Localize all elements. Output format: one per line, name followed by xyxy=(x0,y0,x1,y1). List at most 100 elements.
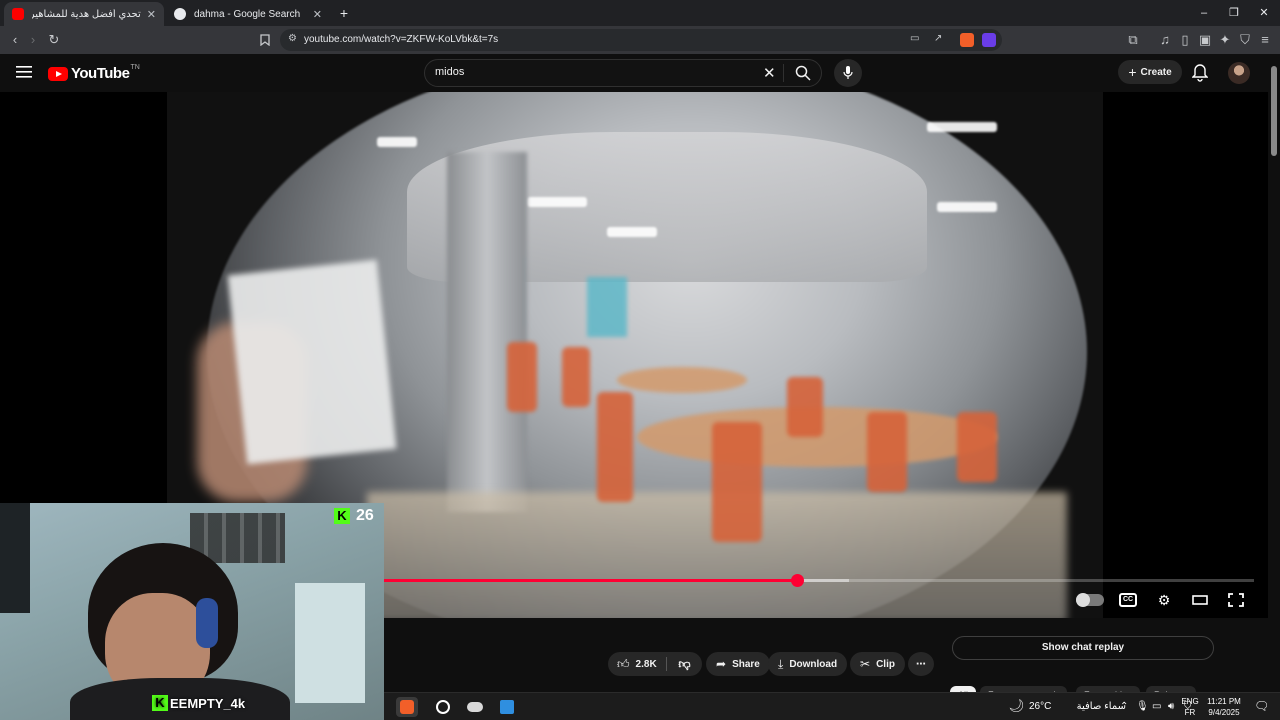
forward-icon[interactable]: › xyxy=(24,31,42,49)
menu-icon[interactable]: ≡ xyxy=(1256,31,1274,49)
scene-lamp xyxy=(377,137,417,147)
scene-pillar xyxy=(447,152,527,512)
kick-logo-icon: K xyxy=(334,508,350,524)
scene-chair xyxy=(787,377,823,437)
youtube-masthead: YouTube TN ✕ + Create xyxy=(0,54,1280,92)
tray-chevron-up-icon[interactable]: ⌃ xyxy=(1120,701,1128,712)
address-bar[interactable]: ⚙ youtube.com/watch?v=ZKFW-KoLVbk&t=7s ▭… xyxy=(280,29,1002,51)
scene-window xyxy=(587,277,627,337)
tab-google-search[interactable]: dahma - Google Search ✕ xyxy=(166,2,330,26)
bookmark-icon[interactable] xyxy=(256,31,274,49)
share-arrow-icon: ➦ xyxy=(716,657,727,671)
google-favicon-icon xyxy=(174,8,186,20)
taskbar-brave-icon[interactable] xyxy=(396,697,418,717)
tray-network-icon[interactable]: ▭ xyxy=(1152,701,1161,712)
subtitles-cc-icon[interactable]: CC xyxy=(1119,593,1137,607)
share-label: Share xyxy=(732,658,760,670)
hamburger-menu-icon[interactable] xyxy=(16,66,32,78)
download-button[interactable]: ⤓ Download xyxy=(768,652,848,676)
share-button[interactable]: ➦ Share xyxy=(706,652,770,676)
progress-played xyxy=(384,579,798,582)
youtube-play-logo-icon xyxy=(48,66,68,81)
url-text: youtube.com/watch?v=ZKFW-KoLVbk&t=7s xyxy=(304,34,499,45)
clock-date: 9/4/2025 xyxy=(1208,708,1240,717)
brave-rewards-icon[interactable] xyxy=(982,33,996,47)
scene-paper xyxy=(227,259,397,465)
minimize-button[interactable]: – xyxy=(1190,4,1218,22)
tray-microphone-icon[interactable]: 🎙︎ xyxy=(1136,701,1149,712)
weather-description: سماء صافية xyxy=(1076,701,1126,712)
taskbar-photos-icon[interactable] xyxy=(496,697,518,717)
clock-time: 11:21 PM xyxy=(1207,697,1241,706)
fullscreen-icon[interactable] xyxy=(1226,591,1246,609)
download-icon: ⤓ xyxy=(778,656,784,671)
taskbar-clock[interactable]: 11:21 PM 9/4/2025 xyxy=(1200,696,1248,718)
progress-bar[interactable] xyxy=(384,574,1254,587)
plus-icon: + xyxy=(1128,64,1137,80)
vpn-icon[interactable]: ⛉ xyxy=(1236,31,1254,49)
sidebar-icon[interactable]: ▯ xyxy=(1176,31,1194,49)
scene-chair xyxy=(957,412,997,482)
clear-search-icon[interactable]: ✕ xyxy=(763,64,776,82)
screenshot-icon[interactable]: ⧉ xyxy=(1124,31,1142,49)
tab-close-icon[interactable]: ✕ xyxy=(147,8,156,21)
tray-volume-icon[interactable]: 🔊︎ xyxy=(1168,701,1174,712)
notification-center-icon[interactable]: 🗨︎ xyxy=(1254,699,1269,713)
taskbar-obs-icon[interactable] xyxy=(432,697,454,717)
like-button[interactable]: 👍︎ 2.8K xyxy=(608,652,666,676)
settings-gear-icon[interactable]: ⚙ xyxy=(1154,591,1174,609)
restore-button[interactable]: ❐ xyxy=(1220,4,1248,22)
scrollbar-thumb[interactable] xyxy=(1271,66,1277,156)
reload-icon[interactable]: ↻ xyxy=(45,31,63,49)
scene-chair xyxy=(712,422,762,542)
account-avatar[interactable] xyxy=(1228,62,1250,84)
kick-handle-text: EEMPTY_4k xyxy=(170,695,246,711)
search-input[interactable] xyxy=(435,66,755,78)
close-window-button[interactable]: ✕ xyxy=(1250,4,1278,22)
site-info-icon[interactable]: ⚙ xyxy=(288,33,297,44)
kick-viewer-count: K 26 xyxy=(334,507,374,525)
new-tab-button[interactable]: + xyxy=(330,4,358,22)
back-icon[interactable]: ‹ xyxy=(6,31,24,49)
cast-icon[interactable]: ▭ xyxy=(910,33,919,44)
media-icon[interactable]: ♫ xyxy=(1156,31,1174,49)
autoplay-toggle[interactable] xyxy=(1076,593,1104,607)
windows-taskbar: 🌙︎ 26°C سماء صافية ⌃ 🎙︎ ▭ 🔊︎ ⛉ ENG FR 11… xyxy=(384,692,1280,720)
brave-shields-icon[interactable] xyxy=(960,33,974,47)
youtube-logo[interactable]: YouTube TN xyxy=(48,64,140,82)
leo-ai-icon[interactable]: ✦ xyxy=(1216,31,1234,49)
language-bottom: FR xyxy=(1184,708,1196,717)
search-icon[interactable] xyxy=(795,65,811,81)
more-actions-button[interactable]: ⋯ xyxy=(908,652,934,676)
browser-tab-strip: تحدي أفضل هدية للمشاهير 🎁 الـ ✕ dahma - … xyxy=(0,0,1280,26)
theater-mode-icon[interactable] xyxy=(1190,591,1210,609)
microphone-icon xyxy=(843,66,853,79)
scene-lamp xyxy=(927,122,997,132)
tab-youtube-video[interactable]: تحدي أفضل هدية للمشاهير 🎁 الـ ✕ xyxy=(4,2,164,26)
kick-viewers-value: 26 xyxy=(356,507,374,524)
webcam-headset xyxy=(196,598,218,648)
webcam-monitor xyxy=(0,503,30,613)
tab-close-icon[interactable]: ✕ xyxy=(313,8,322,21)
language-indicator[interactable]: ENG FR xyxy=(1178,696,1202,718)
notifications-bell-icon[interactable] xyxy=(1192,64,1208,82)
share-page-icon[interactable]: ↗ xyxy=(934,33,942,44)
create-button[interactable]: + Create xyxy=(1118,60,1182,84)
wallet-icon[interactable]: ▣ xyxy=(1196,31,1214,49)
dislike-button[interactable]: 👎︎ xyxy=(667,652,702,676)
browser-toolbar: ‹ › ↻ ⚙ youtube.com/watch?v=ZKFW-KoLVbk&… xyxy=(0,26,1280,54)
weather-moon-icon: 🌙︎ xyxy=(1008,698,1025,713)
youtube-favicon-icon xyxy=(12,8,24,20)
scene-lamp xyxy=(607,227,657,237)
scene-chair xyxy=(597,392,633,502)
show-chat-replay-button[interactable]: Show chat replay xyxy=(952,636,1214,660)
page-scrollbar[interactable] xyxy=(1268,54,1280,692)
logo-text: YouTube xyxy=(71,65,130,82)
scene-lamp xyxy=(527,197,587,207)
clip-button[interactable]: ✂ Clip xyxy=(850,652,905,676)
like-dislike-group: 👍︎ 2.8K 👎︎ xyxy=(608,652,702,676)
taskbar-app-icon[interactable] xyxy=(464,697,486,717)
weather-temperature[interactable]: 26°C xyxy=(1029,701,1051,712)
language-top: ENG xyxy=(1181,697,1199,706)
voice-search-button[interactable] xyxy=(834,59,862,87)
